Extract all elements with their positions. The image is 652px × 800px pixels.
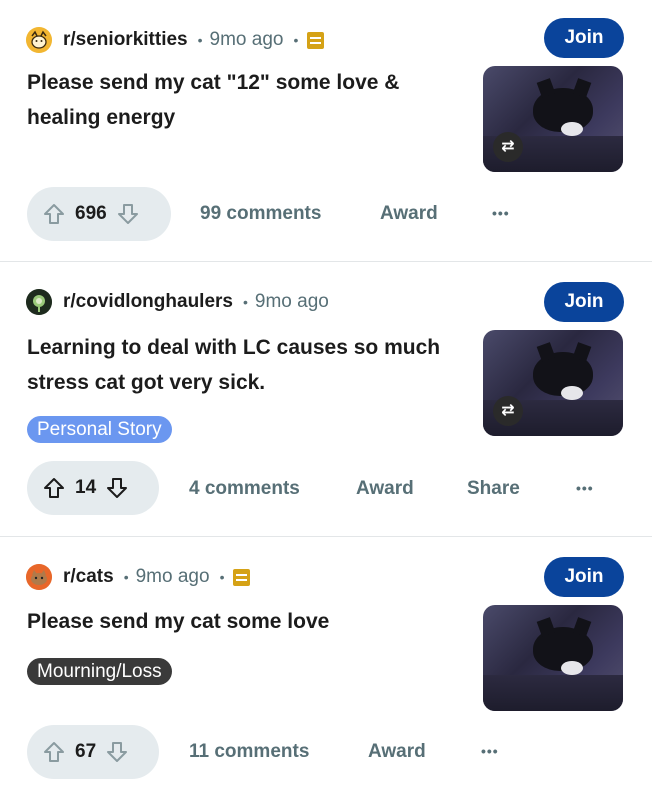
award-button[interactable]: Award [368, 741, 426, 763]
post-flair[interactable]: Personal Story [27, 416, 172, 443]
post-thumbnail[interactable] [483, 605, 623, 711]
share-button[interactable]: Share [467, 478, 520, 500]
more-options-icon[interactable]: ••• [492, 205, 510, 221]
crosspost-icon: ⇄ [493, 132, 523, 162]
post-title[interactable]: Please send my cat "12" some love & heal… [27, 65, 467, 135]
moderator-icon [233, 568, 251, 586]
subreddit-name[interactable]: r/covidlonghaulers [63, 291, 233, 313]
post-thumbnail[interactable]: ⇄ [483, 66, 623, 172]
comments-button[interactable]: 99 comments [200, 203, 321, 225]
crosspost-icon: ⇄ [493, 396, 523, 426]
moderator-icon [307, 31, 325, 49]
post-time: 9mo ago [135, 566, 210, 587]
post-card[interactable]: r/covidlonghaulers • 9mo ago Join Learni… [0, 262, 652, 537]
vote-count: 14 [75, 477, 97, 498]
post-flair[interactable]: Mourning/Loss [27, 658, 172, 685]
post-header: r/covidlonghaulers • 9mo ago [26, 286, 329, 318]
subreddit-name[interactable]: r/cats [63, 566, 114, 588]
separator-dot: • [197, 32, 203, 48]
arrow-down-icon[interactable] [115, 201, 141, 227]
post-header: r/seniorkitties • 9mo ago • [26, 24, 325, 56]
join-button[interactable]: Join [544, 18, 624, 58]
arrow-down-icon[interactable] [104, 739, 130, 765]
post-time: 9mo ago [254, 291, 329, 312]
post-card[interactable]: r/cats • 9mo ago • Join Please send my c… [0, 537, 652, 800]
join-button[interactable]: Join [544, 557, 624, 597]
comments-button[interactable]: 11 comments [189, 741, 309, 763]
post-header: r/cats • 9mo ago • [26, 561, 251, 593]
arrow-up-icon[interactable] [41, 475, 67, 501]
more-options-icon[interactable]: ••• [576, 480, 594, 496]
separator-dot: • [219, 569, 225, 585]
award-button[interactable]: Award [356, 478, 414, 500]
comments-button[interactable]: 4 comments [189, 478, 300, 500]
vote-pill: 14 [27, 461, 159, 515]
post-thumbnail[interactable]: ⇄ [483, 330, 623, 436]
subreddit-name[interactable]: r/seniorkitties [63, 29, 188, 51]
more-options-icon[interactable]: ••• [481, 743, 499, 759]
separator-dot: • [242, 294, 248, 310]
join-button[interactable]: Join [544, 282, 624, 322]
post-card[interactable]: r/seniorkitties • 9mo ago • Join Please … [0, 0, 652, 262]
post-title[interactable]: Learning to deal with LC causes so much … [27, 330, 467, 400]
subreddit-avatar[interactable] [26, 564, 52, 590]
arrow-up-icon[interactable] [41, 201, 67, 227]
arrow-up-icon[interactable] [41, 739, 67, 765]
award-button[interactable]: Award [380, 203, 438, 225]
vote-count: 696 [75, 203, 107, 224]
separator-dot: • [123, 569, 129, 585]
post-time: 9mo ago [209, 29, 284, 50]
separator-dot: • [293, 32, 299, 48]
post-title[interactable]: Please send my cat some love [27, 604, 467, 639]
subreddit-avatar[interactable] [26, 289, 52, 315]
subreddit-avatar[interactable] [26, 27, 52, 53]
vote-count: 67 [75, 741, 97, 762]
arrow-down-icon[interactable] [104, 475, 130, 501]
vote-pill: 696 [27, 187, 171, 241]
vote-pill: 67 [27, 725, 159, 779]
